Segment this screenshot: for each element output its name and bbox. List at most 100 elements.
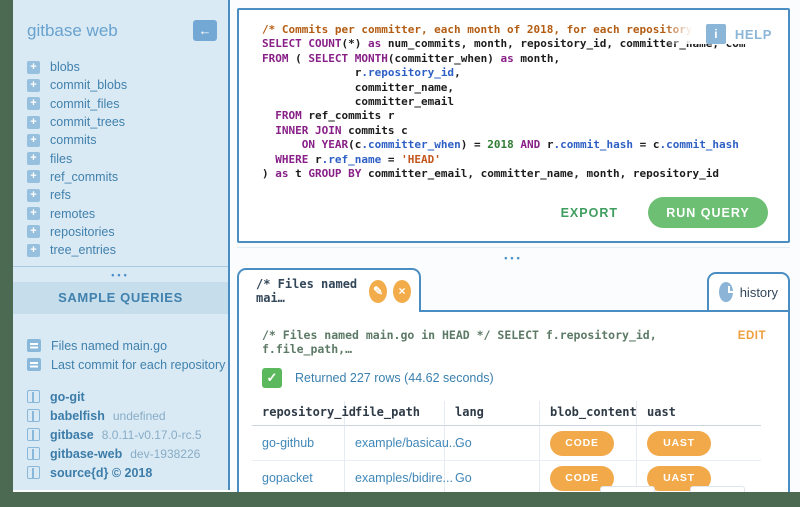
- pencil-icon: ✎: [373, 284, 383, 298]
- repo-version: dev-1938226: [130, 447, 200, 461]
- status-text: Returned 227 rows (44.62 seconds): [295, 371, 494, 385]
- export-button[interactable]: EXPORT: [561, 206, 618, 220]
- table-name: commits: [50, 133, 97, 147]
- sidebar-expand-dots[interactable]: •••: [13, 267, 228, 282]
- sidebar-item-files[interactable]: + files: [13, 149, 228, 167]
- sample-query-item[interactable]: Files named main.go: [13, 336, 228, 355]
- sidebar-item-commit_trees[interactable]: + commit_trees: [13, 113, 228, 131]
- query-doc-icon: [27, 339, 41, 352]
- table-name: commit_files: [50, 97, 119, 111]
- panel-resize-divider[interactable]: •••: [237, 247, 790, 266]
- sidebar-item-remotes[interactable]: +remotes: [13, 204, 228, 222]
- repo-version: 8.0.11-v0.17.0-rc.5: [102, 428, 202, 442]
- plus-icon: +: [27, 116, 40, 129]
- result-tab-active[interactable]: /* Files named mai… ✎ ×: [237, 268, 421, 312]
- help-button[interactable]: i HELP: [664, 24, 772, 44]
- repo-name: gitbase-web: [50, 447, 122, 461]
- plus-icon: +: [27, 61, 40, 74]
- cell-lang: Go: [445, 461, 540, 496]
- divider-dots: •••: [504, 253, 522, 263]
- editor-actions: EXPORT RUN QUERY: [561, 197, 768, 228]
- app-title: gitbase web: [27, 21, 118, 41]
- tables-list: +blobs+commit_blobs+commit_files+commit_…: [13, 58, 228, 259]
- query-doc-icon: [27, 358, 41, 371]
- columns-icon: [27, 447, 40, 460]
- table-name: blobs: [50, 60, 80, 74]
- plus-icon: +: [27, 152, 40, 165]
- table-name: refs: [50, 188, 71, 202]
- run-query-button[interactable]: RUN QUERY: [648, 197, 768, 228]
- results-panel: /* Files named main.go in HEAD */ SELECT…: [237, 310, 790, 507]
- page-background-bottom: [0, 492, 800, 507]
- sidebar-item-commits[interactable]: + commits: [13, 131, 228, 149]
- repo-name: go-git: [50, 390, 85, 404]
- gitbase-web-app: gitbase web ← +blobs+commit_blobs+commit…: [0, 0, 800, 507]
- sidebar-item-tree_entries[interactable]: + tree_entries: [13, 241, 228, 259]
- cell-value[interactable]: gopacket: [262, 471, 313, 485]
- cell-value[interactable]: Go: [455, 471, 472, 485]
- table-name: commit_trees: [50, 115, 125, 129]
- table-name: repositories: [50, 225, 115, 239]
- repo-item[interactable]: babelfishundefined: [13, 406, 228, 425]
- query-editor-panel: /* Commits per committer, each month of …: [237, 8, 790, 243]
- repo-item[interactable]: gitbase-web dev-1938226: [13, 444, 228, 463]
- column-header-lang: lang: [445, 401, 540, 426]
- cell-value[interactable]: Go: [455, 436, 472, 450]
- query-summary-row: /* Files named main.go in HEAD */ SELECT…: [262, 328, 766, 356]
- repo-item[interactable]: gitbase 8.0.11-v0.17.0-rc.5: [13, 425, 228, 444]
- repo-version: undefined: [113, 409, 166, 423]
- cell-value[interactable]: go-github: [262, 436, 314, 450]
- cell-uast: UAST: [637, 426, 761, 461]
- repo-item[interactable]: source{d} © 2018: [13, 463, 228, 482]
- close-tab-button[interactable]: ×: [393, 280, 411, 303]
- column-header-repository_id: repository_id: [252, 401, 345, 426]
- columns-icon: [27, 466, 40, 479]
- repos-list: go-git babelfishundefined gitbase 8.0.11-v0…: [13, 387, 228, 482]
- plus-icon: +: [27, 134, 40, 147]
- sql-editor[interactable]: /* Commits per committer, each month of …: [262, 23, 746, 181]
- cell-lang: Go: [445, 426, 540, 461]
- plus-icon: +: [27, 170, 40, 183]
- table-name: ref_commits: [50, 170, 118, 184]
- column-header-blob_content: blob_content: [540, 401, 637, 426]
- cell-repository_id: go-github: [252, 426, 345, 461]
- sample-query-item[interactable]: Last commit for each repository: [13, 355, 228, 374]
- sidebar-item-commit_files[interactable]: + commit_files: [13, 95, 228, 113]
- plus-icon: +: [27, 225, 40, 238]
- page-background-left: [0, 0, 13, 507]
- sidebar-item-ref_commits[interactable]: + ref_commits: [13, 168, 228, 186]
- sidebar: gitbase web ← +blobs+commit_blobs+commit…: [13, 0, 230, 490]
- repo-name: source{d} © 2018: [50, 466, 152, 480]
- close-icon: ×: [399, 284, 406, 298]
- sample-query-label: Last commit for each repository: [51, 358, 225, 372]
- table-name: tree_entries: [50, 243, 116, 257]
- sidebar-item-commit_blobs[interactable]: +commit_blobs: [13, 76, 228, 94]
- sidebar-item-refs[interactable]: +refs: [13, 186, 228, 204]
- edit-button[interactable]: EDIT: [738, 330, 766, 342]
- cell-file_path: examples/bidire...: [345, 461, 445, 496]
- plus-icon: +: [27, 79, 40, 92]
- history-tab[interactable]: history: [707, 272, 790, 310]
- table-name: remotes: [50, 207, 95, 221]
- plus-icon: +: [27, 244, 40, 257]
- collapse-sidebar-button[interactable]: ←: [193, 20, 217, 41]
- repo-item[interactable]: go-git: [13, 387, 228, 406]
- cell-repository_id: gopacket: [252, 461, 345, 496]
- edit-query-button[interactable]: ✎: [369, 280, 387, 303]
- repo-name: gitbase: [50, 428, 94, 442]
- blob_content-button[interactable]: CODE: [550, 431, 614, 456]
- cell-value[interactable]: examples/bidire...: [355, 471, 453, 485]
- sidebar-item-blobs[interactable]: + blobs: [13, 58, 228, 76]
- result-tab-title: /* Files named mai…: [256, 277, 363, 305]
- success-check-icon: ✓: [262, 368, 282, 388]
- uast-button[interactable]: UAST: [647, 431, 711, 456]
- plus-icon: +: [27, 97, 40, 110]
- table-name: files: [50, 152, 72, 166]
- cell-value[interactable]: example/basicau...: [355, 436, 459, 450]
- columns-icon: [27, 390, 40, 403]
- info-icon: i: [706, 24, 726, 44]
- sample-queries-list: Files named main.go Last commit for each …: [13, 336, 228, 374]
- column-header-file_path: file_path: [345, 401, 445, 426]
- sidebar-item-repositories[interactable]: + repositories: [13, 223, 228, 241]
- sidebar-header: gitbase web ←: [13, 0, 228, 41]
